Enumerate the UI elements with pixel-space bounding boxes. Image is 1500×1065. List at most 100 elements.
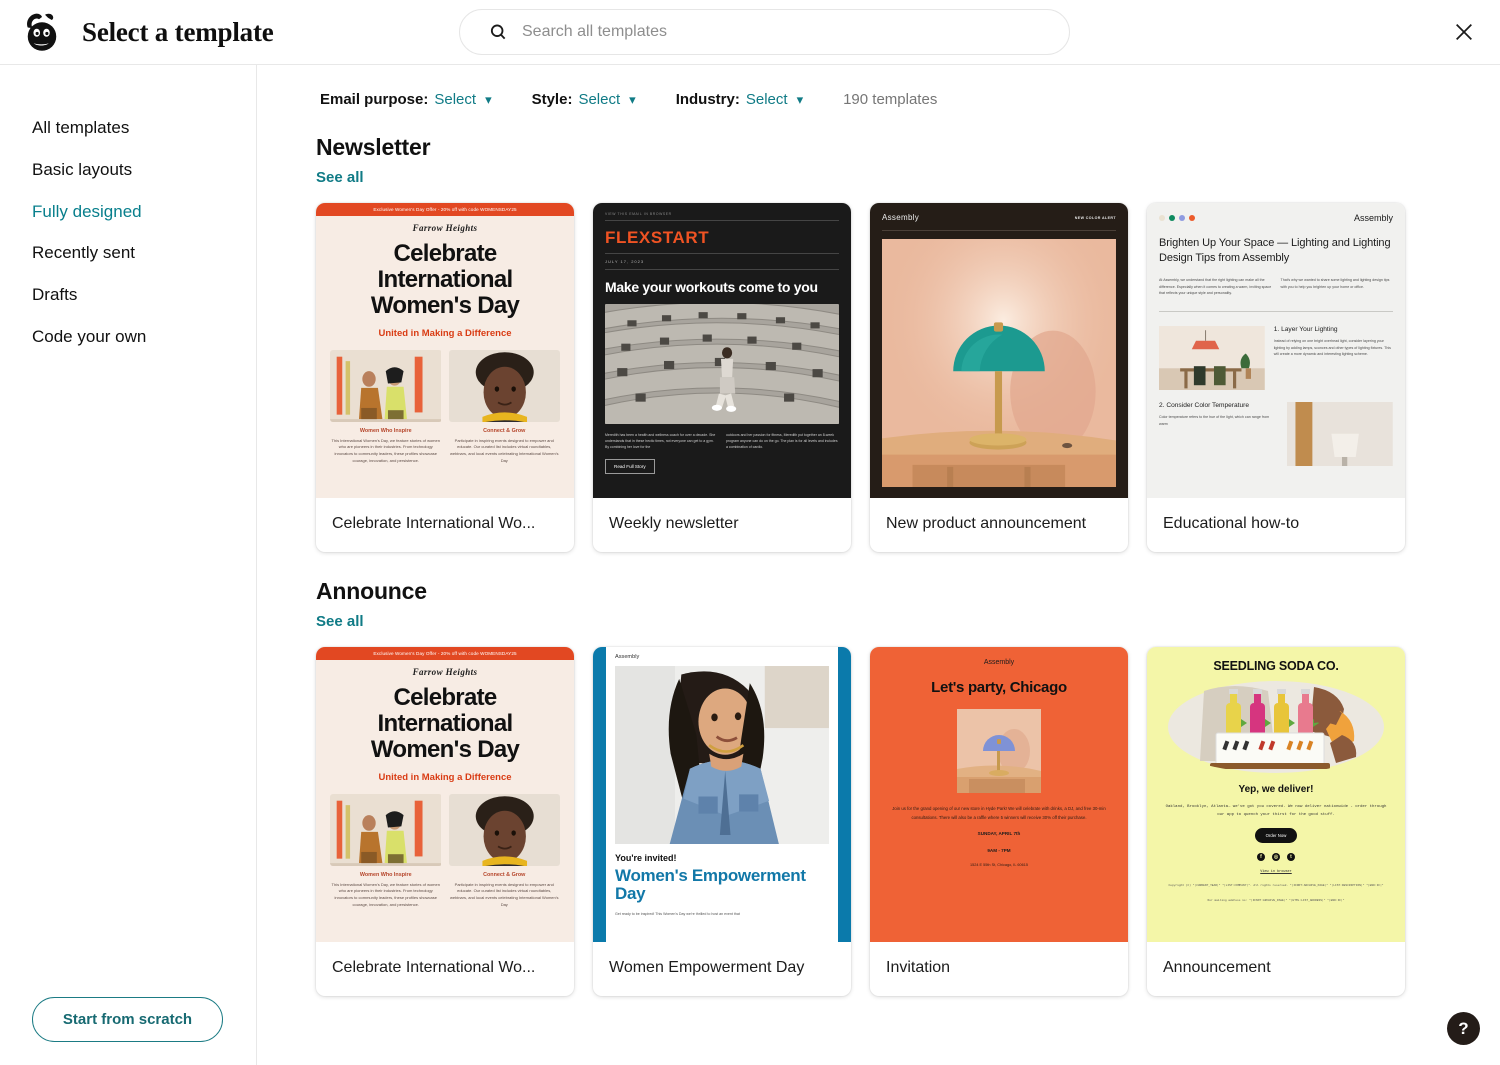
thumb-headline: Make your workouts come to you xyxy=(605,279,818,295)
search-input[interactable] xyxy=(522,23,1053,41)
section-title: Newsletter xyxy=(316,134,431,160)
thumb-banner: Exclusive Women's Day Offer - 20% off wi… xyxy=(316,647,574,660)
thumb-image-lamp-blue xyxy=(957,708,1041,793)
filter-email-purpose[interactable]: Email purpose: Select ▾ xyxy=(320,91,492,108)
start-from-scratch-button[interactable]: Start from scratch xyxy=(32,997,223,1042)
page-title: Select a template xyxy=(82,16,274,47)
thumb-col1: Meredith has been a health and wellness … xyxy=(605,433,716,450)
thumb-logo: FLEXSTART xyxy=(605,228,839,254)
template-card-weekly-newsletter[interactable]: VIEW THIS EMAIL IN BROWSER FLEXSTART JUL… xyxy=(593,203,851,552)
thumb-cta-button: Order Now xyxy=(1255,828,1297,843)
search-icon xyxy=(490,24,506,40)
thumb-item2-body: Color temperature refers to the hue of t… xyxy=(1159,414,1270,426)
thumb-subhead: United in Making a Difference xyxy=(378,771,512,783)
template-card-invitation[interactable]: Assembly Let's party, Chicago Join us fo… xyxy=(870,647,1128,996)
thumb-col2-body: Participate in inspiring events designed… xyxy=(449,881,559,907)
template-card-celebrate-iwd-announce[interactable]: Exclusive Women's Day Offer - 20% off wi… xyxy=(316,647,574,996)
template-thumbnail: SEEDLING SODA CO. Yep, we deliver! Oakla… xyxy=(1147,647,1405,942)
see-all-newsletter-link[interactable]: See all xyxy=(316,169,364,186)
thumb-time: 9AM - 7PM xyxy=(987,847,1011,853)
thumb-eyebrow: VIEW THIS EMAIL IN BROWSER xyxy=(605,212,839,221)
dot-icon xyxy=(1169,215,1175,221)
main-content: Email purpose: Select ▾ Style: Select ▾ … xyxy=(257,65,1500,1065)
template-card-celebrate-iwd[interactable]: Exclusive Women's Day Offer - 20% off wi… xyxy=(316,203,574,552)
instagram-icon: ◎ xyxy=(1272,853,1280,861)
thumb-col1-title: Women Who Inspire xyxy=(359,871,412,878)
section-title: Announce xyxy=(316,578,427,604)
filter-industry[interactable]: Industry: Select ▾ xyxy=(676,91,803,108)
search-bar[interactable] xyxy=(459,9,1070,55)
thumb-col2-title: Connect & Grow xyxy=(483,427,526,434)
thumb-image-lamp-corner xyxy=(1287,401,1393,466)
mailchimp-monkey-logo xyxy=(27,13,57,51)
thumb-image-dining xyxy=(1159,325,1265,390)
template-card-announcement[interactable]: SEEDLING SODA CO. Yep, we deliver! Oakla… xyxy=(1147,647,1405,996)
dot-icon xyxy=(1189,215,1195,221)
thumb-subhead: United in Making a Difference xyxy=(378,327,512,339)
close-dialog-button[interactable] xyxy=(1446,14,1482,50)
thumb-image-lamp xyxy=(882,239,1116,487)
app-header: Select a template xyxy=(0,0,1500,65)
sidebar-item-basic-layouts[interactable]: Basic layouts xyxy=(0,149,256,191)
thumb-col1-title: Women Who Inspire xyxy=(359,427,412,434)
template-card-label: Invitation xyxy=(886,959,951,976)
sidebar-item-recently-sent[interactable]: Recently sent xyxy=(0,232,256,274)
thumb-brand: Assembly xyxy=(983,659,1015,666)
template-card-grid: Exclusive Women's Day Offer - 20% off wi… xyxy=(316,647,1500,996)
thumb-view-in-browser-link: View in browser xyxy=(1260,870,1292,874)
thumb-footer-2: Our mailing address is: *|IFNOT:ARCHIVE_… xyxy=(1207,899,1345,903)
template-thumbnail: Assembly You're invited! Women's Empower… xyxy=(593,647,851,942)
thumb-cta-button: Read Full Story xyxy=(605,459,655,475)
filter-email-purpose-value: Select xyxy=(434,91,477,108)
template-card-women-empowerment[interactable]: Assembly You're invited! Women's Empower… xyxy=(593,647,851,996)
sidebar-item-fully-designed[interactable]: Fully designed xyxy=(0,191,256,233)
chevron-down-icon: ▾ xyxy=(485,91,492,107)
thumb-image-portrait xyxy=(448,349,561,422)
section-newsletter: Newsletter See all Exclusive Women's Day… xyxy=(257,108,1500,552)
thumb-col2-body: Participate in inspiring events designed… xyxy=(449,437,559,463)
thumb-social-icons: f ◎ t xyxy=(1164,853,1388,861)
thumb-logo: SEEDLING SODA CO. xyxy=(1213,659,1339,673)
sidebar-nav: All templates Basic layouts Fully design… xyxy=(0,65,256,358)
thumb-body: Oakland, Brooklyn, Atlanta… we've got yo… xyxy=(1165,805,1387,817)
template-card-label: Celebrate International Wo... xyxy=(332,959,536,976)
template-card-educational-howto[interactable]: Assembly Brighten Up Your Space — Lighti… xyxy=(1147,203,1405,552)
thumb-image-stadium xyxy=(605,304,839,425)
template-card-label: New product announcement xyxy=(886,515,1087,532)
thumb-item1-title: 1. Layer Your Lighting xyxy=(1273,325,1338,333)
see-all-announce-link[interactable]: See all xyxy=(316,613,364,630)
section-announce: Announce See all Exclusive Women's Day O… xyxy=(257,552,1500,996)
sidebar-item-code-your-own[interactable]: Code your own xyxy=(0,316,256,358)
thumb-item2-title: 2. Consider Color Temperature xyxy=(1159,401,1250,409)
template-thumbnail: Exclusive Women's Day Offer - 20% off wi… xyxy=(316,647,574,942)
sidebar-item-all-templates[interactable]: All templates xyxy=(0,107,256,149)
chevron-down-icon: ▾ xyxy=(796,91,804,107)
thumb-col2: That's why we wanted to share some light… xyxy=(1280,278,1390,289)
thumb-col2: outdoors and her passion for fitness, Me… xyxy=(726,433,838,450)
thumb-headline: Celebrate International Women's Day xyxy=(370,684,520,763)
thumb-color-dots xyxy=(1159,215,1195,221)
dot-icon xyxy=(1179,215,1185,221)
thumb-headline: Celebrate International Women's Day xyxy=(370,240,520,319)
sidebar-item-drafts[interactable]: Drafts xyxy=(0,274,256,316)
filter-style-value: Select xyxy=(578,91,621,108)
thumb-image-soda-crate xyxy=(1164,681,1388,773)
template-card-new-product[interactable]: Assembly NEW COLOR ALERT New product ann… xyxy=(870,203,1128,552)
template-card-label: Weekly newsletter xyxy=(609,515,739,532)
thumb-headline: Yep, we deliver! xyxy=(1238,784,1314,795)
thumb-col1-body: This International Women's Day, we featu… xyxy=(331,437,440,463)
filter-industry-value: Select xyxy=(745,91,788,108)
template-thumbnail: Assembly Brighten Up Your Space — Lighti… xyxy=(1147,203,1405,498)
filter-bar: Email purpose: Select ▾ Style: Select ▾ … xyxy=(257,65,1500,108)
thumb-body: Join us for the grand opening of our new… xyxy=(892,805,1106,820)
thumb-headline: Let's party, Chicago xyxy=(931,679,1067,696)
dot-icon xyxy=(1159,215,1165,221)
template-card-label: Women Empowerment Day xyxy=(609,959,805,976)
thumb-col2-title: Connect & Grow xyxy=(483,871,526,878)
sidebar: All templates Basic layouts Fully design… xyxy=(0,65,257,1065)
filter-style[interactable]: Style: Select ▾ xyxy=(532,91,636,108)
template-card-grid: Exclusive Women's Day Offer - 20% off wi… xyxy=(316,203,1500,552)
thumb-date: SUNDAY, APRIL 7th xyxy=(977,830,1021,836)
thumb-item1-body: Instead of relying on one bright overhea… xyxy=(1273,338,1391,357)
help-button[interactable]: ? xyxy=(1447,1012,1480,1045)
